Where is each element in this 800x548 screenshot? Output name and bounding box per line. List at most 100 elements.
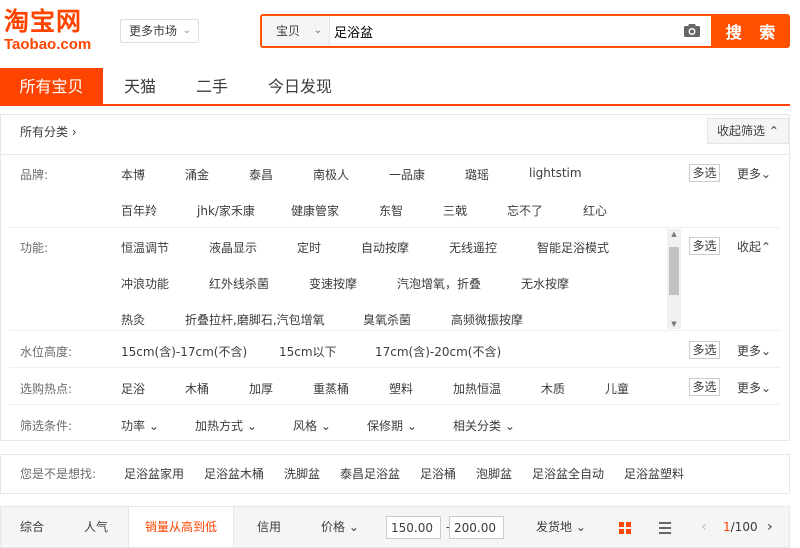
hot-pick-item[interactable]: 加厚 <box>249 380 273 397</box>
sort-sales-desc[interactable]: 销量从高到低 <box>128 507 235 547</box>
function-item[interactable]: 液晶显示 <box>209 239 257 256</box>
filter-row-brand: 品牌: 本博 涌金 泰昌 南极人 一品康 璐瑶 lightstim 百年羚 jh… <box>9 155 781 228</box>
hot-pick-item[interactable]: 木桶 <box>185 380 209 397</box>
brand-item[interactable]: 璐瑶 <box>465 166 489 183</box>
filter-panel: 品牌: 本博 涌金 泰昌 南极人 一品康 璐瑶 lightstim 百年羚 jh… <box>0 154 790 441</box>
water-more-link[interactable]: 更多⌄ <box>737 342 771 359</box>
function-item[interactable]: 恒温调节 <box>121 239 169 256</box>
related-search-link[interactable]: 足浴盆木桶 <box>204 455 264 493</box>
brand-item[interactable]: lightstim <box>529 166 582 180</box>
condition-dropdown-warranty[interactable]: 保修期 ⌄ <box>367 417 417 434</box>
function-multi-select-button[interactable]: 多选 <box>689 237 720 255</box>
prev-page-icon[interactable]: ‹ <box>701 507 707 547</box>
scroll-down-arrow-icon[interactable]: ▼ <box>667 319 681 329</box>
more-markets-dropdown[interactable]: 更多市场 ⌄ <box>120 19 199 43</box>
related-search-link[interactable]: 足浴盆全自动 <box>532 455 604 493</box>
hot-pick-item[interactable]: 加热恒温 <box>453 380 501 397</box>
function-collapse-link[interactable]: 收起⌃ <box>737 238 771 255</box>
brand-item[interactable]: 东智 <box>379 202 403 219</box>
collapse-filter-button[interactable]: 收起筛选 ⌃ <box>707 118 789 144</box>
related-search-link[interactable]: 足浴桶 <box>420 455 456 493</box>
search-type-dropdown[interactable]: 宝贝 ⌄ <box>262 16 330 46</box>
search-input[interactable] <box>334 16 674 46</box>
taobao-logo[interactable]: 淘宝网 Taobao.com <box>4 8 108 58</box>
function-item[interactable]: 智能足浴模式 <box>537 239 609 256</box>
tab-tmall[interactable]: 天猫 <box>108 68 172 104</box>
hot-pick-item[interactable]: 儿童 <box>605 380 629 397</box>
hot-multi-select-button[interactable]: 多选 <box>689 378 720 396</box>
condition-dropdown-category[interactable]: 相关分类 ⌄ <box>453 417 515 434</box>
price-max-input[interactable] <box>449 516 504 539</box>
brand-item[interactable]: 一品康 <box>389 166 425 183</box>
hot-pick-item[interactable]: 重蒸桶 <box>313 380 349 397</box>
hot-pick-item[interactable]: 足浴 <box>121 380 145 397</box>
sort-popularity[interactable]: 人气 <box>84 507 108 547</box>
tab-all-items[interactable]: 所有宝贝 <box>0 68 103 104</box>
function-item[interactable]: 变速按摩 <box>309 275 357 292</box>
chevron-down-icon: ⌄ <box>320 419 331 433</box>
brand-item[interactable]: 健康管家 <box>291 202 339 219</box>
market-tabs: 所有宝贝 天猫 二手 今日发现 <box>0 68 790 106</box>
next-page-icon[interactable]: › <box>767 507 773 547</box>
water-multi-select-button[interactable]: 多选 <box>689 341 720 359</box>
function-item[interactable]: 汽泡增氧，折叠 <box>397 275 481 292</box>
brand-more-link[interactable]: 更多⌄ <box>737 165 771 182</box>
condition-dropdown-power[interactable]: 功率 ⌄ <box>121 417 159 434</box>
brand-item[interactable]: 本博 <box>121 166 145 183</box>
hot-pick-item[interactable]: 木质 <box>541 380 565 397</box>
chevron-up-icon: ⌃ <box>768 124 779 138</box>
function-item[interactable]: 热灸 <box>121 311 145 328</box>
water-level-item[interactable]: 17cm(含)-20cm(不含) <box>375 343 501 360</box>
all-categories-link[interactable]: 所有分类 › <box>20 115 77 149</box>
related-search-link[interactable]: 泰昌足浴盆 <box>340 455 400 493</box>
condition-dropdown-heating[interactable]: 加热方式 ⌄ <box>195 417 257 434</box>
function-item[interactable]: 无线遥控 <box>449 239 497 256</box>
sort-price[interactable]: 价格 ⌄ <box>321 507 359 547</box>
brand-multi-select-button[interactable]: 多选 <box>689 164 720 182</box>
price-min-input[interactable] <box>386 516 441 539</box>
function-item[interactable]: 高频微振按摩 <box>451 311 523 328</box>
camera-icon[interactable] <box>683 23 701 38</box>
related-search-link[interactable]: 足浴盆塑料 <box>624 455 684 493</box>
brand-item[interactable]: 红心 <box>583 202 607 219</box>
scrollbar-thumb[interactable] <box>669 247 679 295</box>
related-search-link[interactable]: 泡脚盆 <box>476 455 512 493</box>
chevron-down-icon: ⌄ <box>313 25 322 36</box>
search-type-label: 宝贝 <box>276 24 301 38</box>
hot-more-link[interactable]: 更多⌄ <box>737 379 771 396</box>
brand-item[interactable]: 百年羚 <box>121 202 157 219</box>
tab-secondhand[interactable]: 二手 <box>180 68 244 104</box>
function-item[interactable]: 臭氧杀菌 <box>363 311 411 328</box>
function-item[interactable]: 无水按摩 <box>521 275 569 292</box>
function-item[interactable]: 自动按摩 <box>361 239 409 256</box>
search-button[interactable]: 搜 索 <box>711 14 790 48</box>
condition-label: 风格 <box>293 419 318 433</box>
water-level-item[interactable]: 15cm(含)-17cm(不含) <box>121 343 247 360</box>
water-level-item[interactable]: 15cm以下 <box>279 343 337 360</box>
function-scrollbar[interactable]: ▲ ▼ <box>667 229 681 329</box>
brand-item[interactable]: 忘不了 <box>507 202 543 219</box>
brand-item[interactable]: 泰昌 <box>249 166 273 183</box>
related-search-link[interactable]: 洗脚盆 <box>284 455 320 493</box>
collapse-filter-label: 收起筛选 <box>717 124 766 138</box>
brand-item[interactable]: 南极人 <box>313 166 349 183</box>
grid-view-icon[interactable] <box>618 521 632 535</box>
function-item[interactable]: 定时 <box>297 239 321 256</box>
filter-label-brand: 品牌: <box>20 168 49 182</box>
sort-credit[interactable]: 信用 <box>257 507 281 547</box>
ship-from-dropdown[interactable]: 发货地 ⌄ <box>536 507 586 547</box>
tab-today-discover[interactable]: 今日发现 <box>254 68 346 104</box>
function-item[interactable]: 红外线杀菌 <box>209 275 269 292</box>
list-view-icon[interactable] <box>658 521 672 535</box>
brand-item[interactable]: 三戟 <box>443 202 467 219</box>
sort-default[interactable]: 综合 <box>20 507 44 547</box>
brand-item[interactable]: 涌金 <box>185 166 209 183</box>
function-item[interactable]: 折叠拉杆,磨脚石,汽包增氧 <box>185 311 325 328</box>
sort-bar: 综合 人气 销量从高到低 信用 价格 ⌄ - 发货地 ⌄ ‹ 1/100 › <box>0 506 790 548</box>
related-search-link[interactable]: 足浴盆家用 <box>124 455 184 493</box>
condition-dropdown-style[interactable]: 风格 ⌄ <box>293 417 331 434</box>
scroll-up-arrow-icon[interactable]: ▲ <box>667 229 681 239</box>
hot-pick-item[interactable]: 塑料 <box>389 380 413 397</box>
function-item[interactable]: 冲浪功能 <box>121 275 169 292</box>
brand-item[interactable]: jhk/家禾康 <box>197 202 255 219</box>
